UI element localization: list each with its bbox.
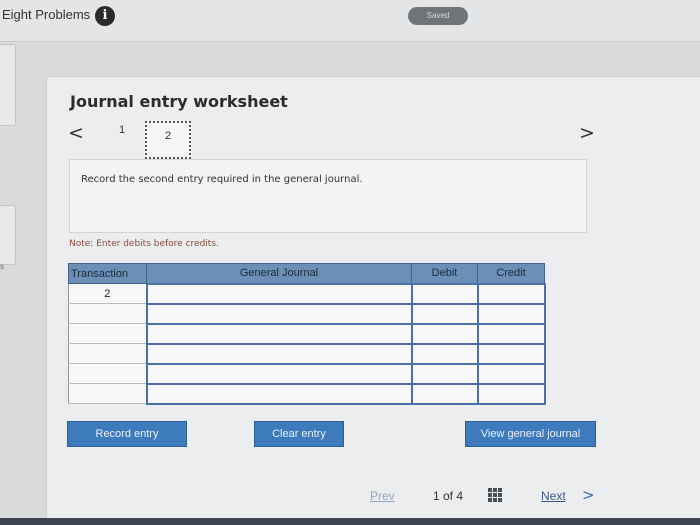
column-header-credit: Credit	[477, 263, 545, 284]
chevron-left-icon[interactable]: <	[68, 121, 84, 145]
left-edge-mark: s	[0, 262, 4, 271]
account-input[interactable]	[147, 384, 411, 403]
credit-cell[interactable]	[476, 342, 546, 365]
record-entry-button[interactable]: Record entry	[67, 421, 187, 447]
credit-cell[interactable]	[476, 362, 546, 385]
debit-credit-note: Note: Enter debits before credits.	[69, 239, 219, 249]
transaction-cell	[68, 383, 147, 404]
debit-cell[interactable]	[410, 382, 478, 405]
assignment-title: Eight Problems	[2, 7, 91, 22]
transaction-cell	[68, 343, 147, 364]
table-row	[68, 342, 546, 365]
account-cell[interactable]	[145, 322, 412, 345]
credit-input[interactable]	[478, 384, 544, 403]
credit-input[interactable]	[478, 344, 544, 363]
account-cell[interactable]	[145, 362, 412, 385]
credit-cell[interactable]	[476, 282, 546, 305]
left-panel-tab[interactable]	[0, 44, 16, 126]
credit-input[interactable]	[478, 304, 544, 323]
debit-input[interactable]	[412, 384, 477, 403]
debit-cell[interactable]	[410, 322, 478, 345]
debit-input[interactable]	[412, 364, 477, 383]
debit-input[interactable]	[412, 304, 477, 323]
credit-input[interactable]	[478, 284, 544, 303]
worksheet-panel: Journal entry worksheet < 1 2 > Record t…	[46, 76, 700, 525]
account-cell[interactable]	[145, 282, 412, 305]
transaction-cell: 2	[68, 283, 147, 304]
debit-cell[interactable]	[410, 342, 478, 365]
debit-cell[interactable]	[410, 362, 478, 385]
column-header-debit: Debit	[411, 263, 478, 284]
debit-cell[interactable]	[410, 282, 478, 305]
credit-cell[interactable]	[476, 382, 546, 405]
instruction-box: Record the second entry required in the …	[69, 159, 587, 233]
account-input[interactable]	[147, 324, 411, 343]
credit-input[interactable]	[478, 324, 544, 343]
debit-input[interactable]	[412, 284, 477, 303]
prev-link[interactable]: Prev	[370, 489, 395, 503]
table-row	[68, 322, 546, 345]
transaction-cell	[68, 323, 147, 344]
table-row	[68, 302, 546, 325]
bottom-edge	[0, 518, 700, 525]
debit-input[interactable]	[412, 344, 477, 363]
column-header-transaction: Transaction	[68, 263, 147, 284]
account-cell[interactable]	[145, 302, 412, 325]
step-tab-2-active[interactable]: 2	[145, 121, 191, 159]
account-input[interactable]	[147, 304, 411, 323]
page-position: 1 of 4	[433, 489, 464, 503]
instruction-text: Record the second entry required in the …	[81, 174, 363, 185]
credit-cell[interactable]	[476, 302, 546, 325]
worksheet-title: Journal entry worksheet	[70, 92, 288, 111]
table-header-row: Transaction General Journal Debit Credit	[68, 263, 545, 284]
chevron-right-icon[interactable]: >	[579, 121, 595, 145]
transaction-cell	[68, 303, 147, 324]
info-icon[interactable]: i	[95, 6, 115, 26]
debit-cell[interactable]	[410, 302, 478, 325]
top-bar: Eight Problems i Saved	[0, 0, 700, 42]
saved-status-badge: Saved	[408, 7, 468, 25]
credit-input[interactable]	[478, 364, 544, 383]
account-input[interactable]	[147, 344, 411, 363]
step-tab-1[interactable]: 1	[114, 124, 130, 136]
chevron-right-icon[interactable]: >	[582, 486, 595, 504]
transaction-cell	[68, 363, 147, 384]
account-cell[interactable]	[145, 382, 412, 405]
view-general-journal-button[interactable]: View general journal	[465, 421, 596, 447]
debit-input[interactable]	[412, 324, 477, 343]
clear-entry-button[interactable]: Clear entry	[254, 421, 344, 447]
left-panel-tab[interactable]	[0, 205, 16, 265]
grid-icon[interactable]	[488, 488, 502, 502]
column-header-general-journal: General Journal	[146, 263, 412, 284]
table-row	[68, 382, 546, 405]
journal-entry-table: Transaction General Journal Debit Credit…	[68, 263, 546, 405]
next-link[interactable]: Next	[541, 489, 566, 503]
account-input[interactable]	[147, 364, 411, 383]
account-input[interactable]	[147, 284, 411, 303]
table-row: 2	[68, 282, 546, 305]
account-cell[interactable]	[145, 342, 412, 365]
table-row	[68, 362, 546, 385]
credit-cell[interactable]	[476, 322, 546, 345]
